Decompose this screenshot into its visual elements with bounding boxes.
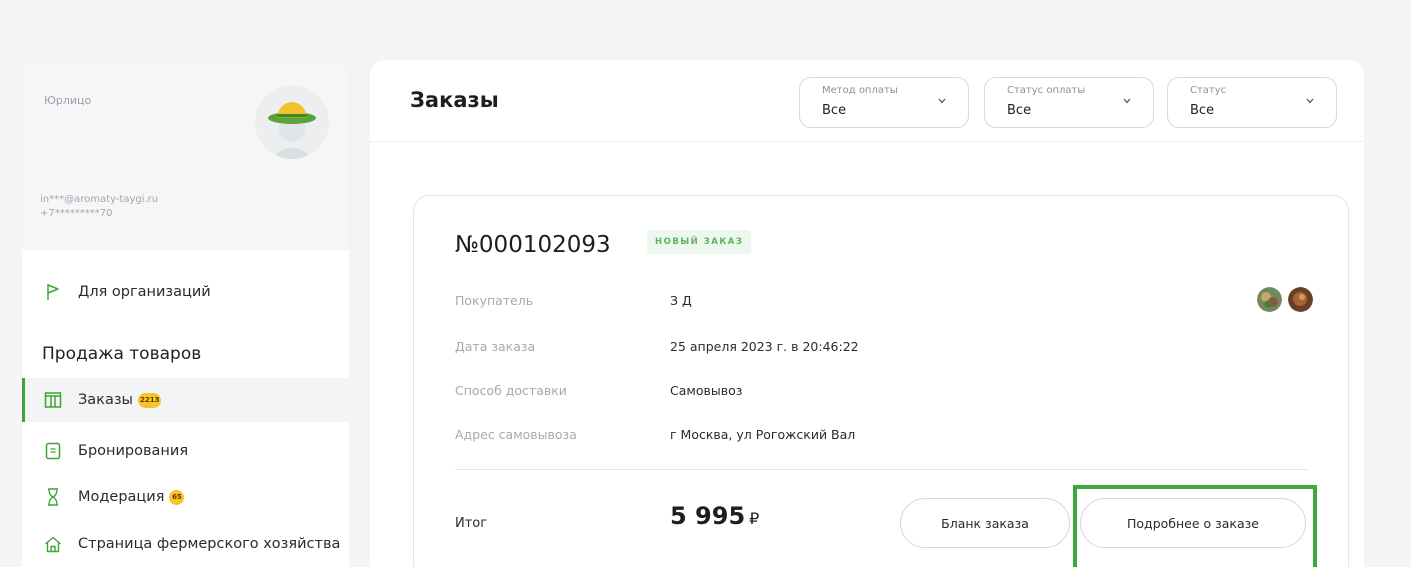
orders-count-badge: 2213 [137,392,162,408]
hourglass-icon [42,486,64,508]
sidebar: Юрлицо in***@aromaty-taygi.ru +7********… [22,60,349,567]
sidebar-item-farm-page[interactable]: Страница фермерского хозяйства [22,522,349,566]
sidebar-item-label: Страница фермерского хозяйства [78,536,341,552]
filter-value: Все [1190,103,1215,118]
payment-status-filter[interactable]: Статус оплаты Все [984,77,1154,128]
product-thumbnails [1257,287,1313,312]
divider [455,469,1308,470]
orders-panel: Заказы Метод оплаты Все Статус оплаты Вс… [370,60,1364,567]
payment-method-filter[interactable]: Метод оплаты Все [799,77,969,128]
sidebar-item-bookings[interactable]: Бронирования [22,429,349,473]
buyer-label: Покупатель [455,293,534,308]
filter-label: Статус оплаты [1007,85,1086,96]
moderation-count-badge: 65 [169,489,185,505]
currency-symbol: ₽ [749,509,760,528]
avatar[interactable] [255,85,329,159]
order-date-label: Дата заказа [455,339,536,354]
delivery-method-value: Самовывоз [670,383,743,398]
farm-home-icon [42,533,64,555]
order-number: №000102093 [455,232,611,258]
chevron-down-icon [1123,98,1131,104]
sidebar-item-orders[interactable]: Заказы 2213 [22,378,349,422]
chevron-down-icon [1306,98,1314,104]
filter-label: Метод оплаты [822,85,898,96]
sidebar-item-moderation[interactable]: Модерация 65 [22,475,349,519]
total-value: 5 995 ₽ [670,502,759,530]
order-form-button[interactable]: Бланк заказа [900,498,1070,548]
sidebar-item-organizations[interactable]: Для организаций [22,270,349,314]
pickup-address-value: г Москва, ул Рогожский Вал [670,427,856,442]
orders-header: Заказы Метод оплаты Все Статус оплаты Вс… [370,60,1364,142]
filter-value: Все [822,103,847,118]
order-card: №000102093 НОВЫЙ ЗАКАЗ Покупатель З Д Да… [413,195,1349,567]
profile-type-label: Юрлицо [44,94,92,107]
section-title: Продажа товаров [42,344,202,364]
product-thumbnail[interactable] [1288,287,1313,312]
sidebar-item-label: Заказы [78,392,133,408]
order-date-value: 25 апреля 2023 г. в 20:46:22 [670,339,859,354]
product-thumbnail[interactable] [1257,287,1282,312]
flag-icon [42,281,64,303]
pickup-address-label: Адрес самовывоза [455,427,577,442]
total-label: Итог [455,516,488,531]
orders-icon [42,389,64,411]
status-badge: НОВЫЙ ЗАКАЗ [647,230,752,254]
profile-card: Юрлицо in***@aromaty-taygi.ru +7********… [22,60,349,250]
sidebar-item-label: Для организаций [78,284,211,300]
chevron-down-icon [938,98,946,104]
profile-phone: +7*********70 [40,208,113,219]
profile-email: in***@aromaty-taygi.ru [40,194,159,205]
page-title: Заказы [410,88,499,112]
filter-value: Все [1007,103,1032,118]
sidebar-item-label: Модерация [78,489,165,505]
buyer-value: З Д [670,293,692,308]
filter-label: Статус [1190,85,1227,96]
delivery-method-label: Способ доставки [455,383,567,398]
sidebar-item-label: Бронирования [78,443,189,459]
order-details-button[interactable]: Подробнее о заказе [1080,498,1306,548]
active-indicator [22,378,25,422]
farmer-hat-icon [255,85,329,159]
order-status-filter[interactable]: Статус Все [1167,77,1337,128]
booking-icon [42,440,64,462]
total-amount: 5 995 [670,502,746,530]
